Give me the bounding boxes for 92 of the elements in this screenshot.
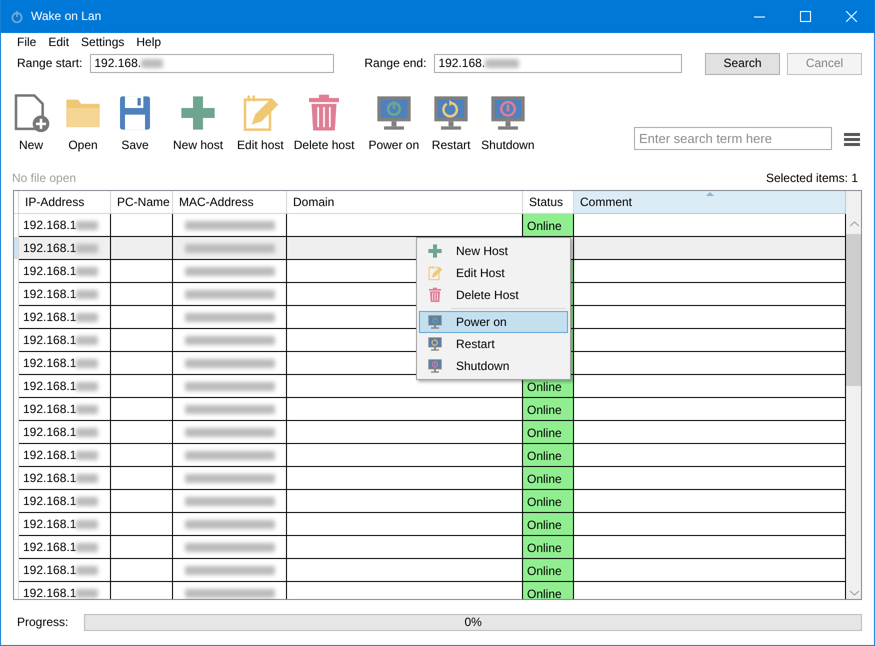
search-button[interactable]: Search	[705, 52, 780, 74]
table-cell	[111, 536, 173, 559]
progress-text: 0%	[464, 615, 482, 630]
column-header[interactable]: IP-Address	[19, 191, 111, 214]
table-cell: Online	[523, 582, 574, 599]
column-header[interactable]: Status	[523, 191, 574, 214]
table-cell	[111, 352, 173, 375]
range-end-label: Range end:	[364, 56, 426, 71]
context-menu-item[interactable]: Shutdown	[419, 355, 568, 377]
toolbar-button[interactable]: Restart	[431, 92, 472, 152]
table-cell	[111, 513, 173, 536]
table-cell: 192.168.1	[19, 536, 111, 559]
toolbar-button[interactable]: Delete host	[294, 92, 354, 152]
menu-icon[interactable]	[844, 132, 860, 146]
row-header[interactable]	[14, 237, 19, 260]
toolbar-button[interactable]: Power on	[368, 92, 420, 152]
monitor-restart-icon	[427, 336, 443, 352]
table-cell: 192.168.1	[19, 467, 111, 490]
monitor-power-icon	[427, 314, 443, 330]
table-cell	[111, 283, 173, 306]
table-cell	[111, 421, 173, 444]
table-cell: 192.168.1	[19, 513, 111, 536]
table-cell: Online	[523, 398, 574, 421]
sort-arrow-icon	[706, 192, 714, 196]
table-cell	[111, 329, 173, 352]
table-cell: 192.168.1	[19, 237, 111, 260]
menu-item[interactable]: Edit	[42, 35, 76, 50]
context-menu-item[interactable]: Delete Host	[419, 284, 568, 306]
table-cell: 192.168.1	[19, 582, 111, 599]
column-header[interactable]: Domain	[287, 191, 523, 214]
column-header[interactable]: PC-Name	[111, 191, 173, 214]
range-end-field[interactable]: 192.168.	[434, 54, 682, 73]
table-cell	[111, 375, 173, 398]
menu-item[interactable]: Settings	[75, 35, 130, 50]
table-cell: 192.168.1	[19, 444, 111, 467]
column-header[interactable]: MAC-Address	[173, 191, 287, 214]
table-cell: Online	[523, 536, 574, 559]
table-cell: Online	[523, 513, 574, 536]
plus-icon	[427, 243, 443, 259]
notepad-pencil-icon	[427, 265, 443, 281]
toolbar-button[interactable]: New host	[173, 92, 224, 152]
table-cell: 192.168.1	[19, 398, 111, 421]
table-cell: 192.168.1	[19, 283, 111, 306]
table-cell	[111, 559, 173, 582]
table-cell	[111, 237, 173, 260]
scroll-down-icon[interactable]	[850, 590, 859, 596]
scroll-up-icon[interactable]	[850, 221, 859, 227]
file-status-text: No file open	[12, 171, 76, 186]
toolbar-button[interactable]: New	[11, 92, 51, 152]
trash-can-icon	[427, 287, 443, 303]
context-menu-item[interactable]: Edit Host	[419, 262, 568, 284]
table-cell	[111, 306, 173, 329]
table-cell: 192.168.1	[19, 559, 111, 582]
toolbar-button[interactable]: Open	[63, 92, 103, 152]
table-cell: Online	[523, 490, 574, 513]
table-cell: 192.168.1	[19, 352, 111, 375]
monitor-shutdown-icon	[427, 358, 443, 374]
selected-count-text: Selected items: 1	[766, 171, 858, 186]
menu-item[interactable]: Help	[130, 35, 168, 50]
maximize-icon[interactable]	[800, 11, 810, 22]
table-cell: 192.168.1	[19, 306, 111, 329]
table-cell: Online	[523, 467, 574, 490]
progress-label: Progress:	[17, 615, 68, 630]
table-cell: 192.168.1	[19, 329, 111, 352]
context-menu-item[interactable]: Restart	[419, 333, 568, 355]
toolbar-button[interactable]: Shutdown	[481, 92, 535, 152]
context-menu-item[interactable]: Power on	[419, 311, 568, 333]
table-cell	[111, 444, 173, 467]
column-header[interactable]: Comment	[574, 191, 846, 214]
table-cell: Online	[523, 444, 574, 467]
toolbar-button[interactable]: Save	[115, 92, 155, 152]
context-menu-item[interactable]: New Host	[419, 240, 568, 262]
table-cell	[111, 398, 173, 421]
window-title: Wake on Lan	[31, 9, 102, 24]
table-cell: 192.168.1	[19, 490, 111, 513]
range-start-field[interactable]: 192.168.	[90, 54, 334, 73]
table-cell: 192.168.1	[19, 421, 111, 444]
toolbar-button[interactable]: Edit host	[237, 92, 284, 152]
table-cell	[111, 260, 173, 283]
table-cell: 192.168.1	[19, 375, 111, 398]
table-cell: Online	[523, 214, 574, 237]
search-field[interactable]: Enter search term here	[634, 127, 832, 150]
menu-item[interactable]: File	[11, 35, 42, 50]
scrollbar-thumb[interactable]	[846, 234, 861, 386]
table-cell	[111, 467, 173, 490]
table-cell: Online	[523, 421, 574, 444]
table-cell: 192.168.1	[19, 260, 111, 283]
app-power-icon	[9, 8, 25, 24]
table-cell: Online	[523, 559, 574, 582]
table-cell	[111, 490, 173, 513]
range-start-label: Range start:	[17, 56, 82, 71]
close-icon[interactable]	[846, 11, 856, 22]
